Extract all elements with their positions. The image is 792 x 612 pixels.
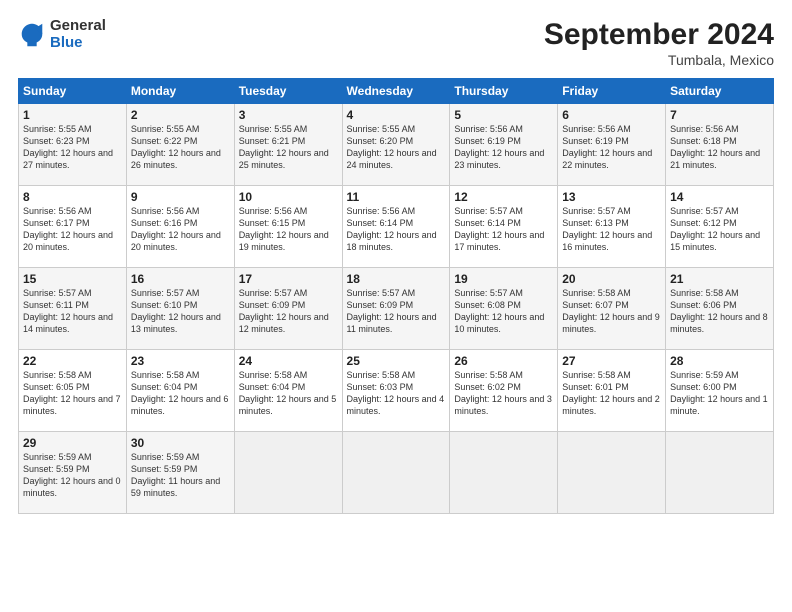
table-row: 9 Sunrise: 5:56 AMSunset: 6:16 PMDayligh…: [126, 186, 234, 268]
empty-cell: [558, 432, 666, 514]
table-row: 24 Sunrise: 5:58 AMSunset: 6:04 PMDaylig…: [234, 350, 342, 432]
calendar-page: General Blue September 2024 Tumbala, Mex…: [0, 0, 792, 612]
table-row: 8 Sunrise: 5:56 AMSunset: 6:17 PMDayligh…: [19, 186, 127, 268]
table-row: 27 Sunrise: 5:58 AMSunset: 6:01 PMDaylig…: [558, 350, 666, 432]
table-row: 19 Sunrise: 5:57 AMSunset: 6:08 PMDaylig…: [450, 268, 558, 350]
table-row: 28 Sunrise: 5:59 AMSunset: 6:00 PMDaylig…: [666, 350, 774, 432]
location-subtitle: Tumbala, Mexico: [544, 52, 774, 68]
table-row: 18 Sunrise: 5:57 AMSunset: 6:09 PMDaylig…: [342, 268, 450, 350]
table-row: 11 Sunrise: 5:56 AMSunset: 6:14 PMDaylig…: [342, 186, 450, 268]
logo-general: General: [50, 18, 106, 35]
table-row: 22 Sunrise: 5:58 AMSunset: 6:05 PMDaylig…: [19, 350, 127, 432]
calendar-row: 29 Sunrise: 5:59 AMSunset: 5:59 PMDaylig…: [19, 432, 774, 514]
table-row: 5 Sunrise: 5:56 AMSunset: 6:19 PMDayligh…: [450, 104, 558, 186]
col-saturday: Saturday: [666, 79, 774, 104]
table-row: 10 Sunrise: 5:56 AMSunset: 6:15 PMDaylig…: [234, 186, 342, 268]
empty-cell: [450, 432, 558, 514]
calendar-row: 15 Sunrise: 5:57 AMSunset: 6:11 PMDaylig…: [19, 268, 774, 350]
table-row: 15 Sunrise: 5:57 AMSunset: 6:11 PMDaylig…: [19, 268, 127, 350]
calendar-row: 8 Sunrise: 5:56 AMSunset: 6:17 PMDayligh…: [19, 186, 774, 268]
month-title: September 2024: [544, 18, 774, 52]
table-row: 12 Sunrise: 5:57 AMSunset: 6:14 PMDaylig…: [450, 186, 558, 268]
col-tuesday: Tuesday: [234, 79, 342, 104]
table-row: 13 Sunrise: 5:57 AMSunset: 6:13 PMDaylig…: [558, 186, 666, 268]
table-row: 16 Sunrise: 5:57 AMSunset: 6:10 PMDaylig…: [126, 268, 234, 350]
title-block: September 2024 Tumbala, Mexico: [544, 18, 774, 68]
calendar-table: Sunday Monday Tuesday Wednesday Thursday…: [18, 78, 774, 514]
header: General Blue September 2024 Tumbala, Mex…: [18, 18, 774, 68]
col-monday: Monday: [126, 79, 234, 104]
table-row: 26 Sunrise: 5:58 AMSunset: 6:02 PMDaylig…: [450, 350, 558, 432]
empty-cell: [234, 432, 342, 514]
table-row: 23 Sunrise: 5:58 AMSunset: 6:04 PMDaylig…: [126, 350, 234, 432]
table-row: 25 Sunrise: 5:58 AMSunset: 6:03 PMDaylig…: [342, 350, 450, 432]
table-row: 2 Sunrise: 5:55 AMSunset: 6:22 PMDayligh…: [126, 104, 234, 186]
table-row: 1 Sunrise: 5:55 AMSunset: 6:23 PMDayligh…: [19, 104, 127, 186]
table-row: 30 Sunrise: 5:59 AMSunset: 5:59 PMDaylig…: [126, 432, 234, 514]
logo-icon: [18, 21, 46, 49]
table-row: 7 Sunrise: 5:56 AMSunset: 6:18 PMDayligh…: [666, 104, 774, 186]
empty-cell: [666, 432, 774, 514]
table-row: 21 Sunrise: 5:58 AMSunset: 6:06 PMDaylig…: [666, 268, 774, 350]
calendar-header-row: Sunday Monday Tuesday Wednesday Thursday…: [19, 79, 774, 104]
calendar-row: 22 Sunrise: 5:58 AMSunset: 6:05 PMDaylig…: [19, 350, 774, 432]
col-wednesday: Wednesday: [342, 79, 450, 104]
col-thursday: Thursday: [450, 79, 558, 104]
table-row: 20 Sunrise: 5:58 AMSunset: 6:07 PMDaylig…: [558, 268, 666, 350]
logo-blue: Blue: [50, 35, 106, 52]
table-row: 14 Sunrise: 5:57 AMSunset: 6:12 PMDaylig…: [666, 186, 774, 268]
table-row: 4 Sunrise: 5:55 AMSunset: 6:20 PMDayligh…: [342, 104, 450, 186]
logo-text: General Blue: [50, 18, 106, 51]
col-friday: Friday: [558, 79, 666, 104]
table-row: 17 Sunrise: 5:57 AMSunset: 6:09 PMDaylig…: [234, 268, 342, 350]
col-sunday: Sunday: [19, 79, 127, 104]
logo: General Blue: [18, 18, 106, 51]
calendar-row: 1 Sunrise: 5:55 AMSunset: 6:23 PMDayligh…: [19, 104, 774, 186]
table-row: 6 Sunrise: 5:56 AMSunset: 6:19 PMDayligh…: [558, 104, 666, 186]
table-row: 3 Sunrise: 5:55 AMSunset: 6:21 PMDayligh…: [234, 104, 342, 186]
empty-cell: [342, 432, 450, 514]
table-row: 29 Sunrise: 5:59 AMSunset: 5:59 PMDaylig…: [19, 432, 127, 514]
